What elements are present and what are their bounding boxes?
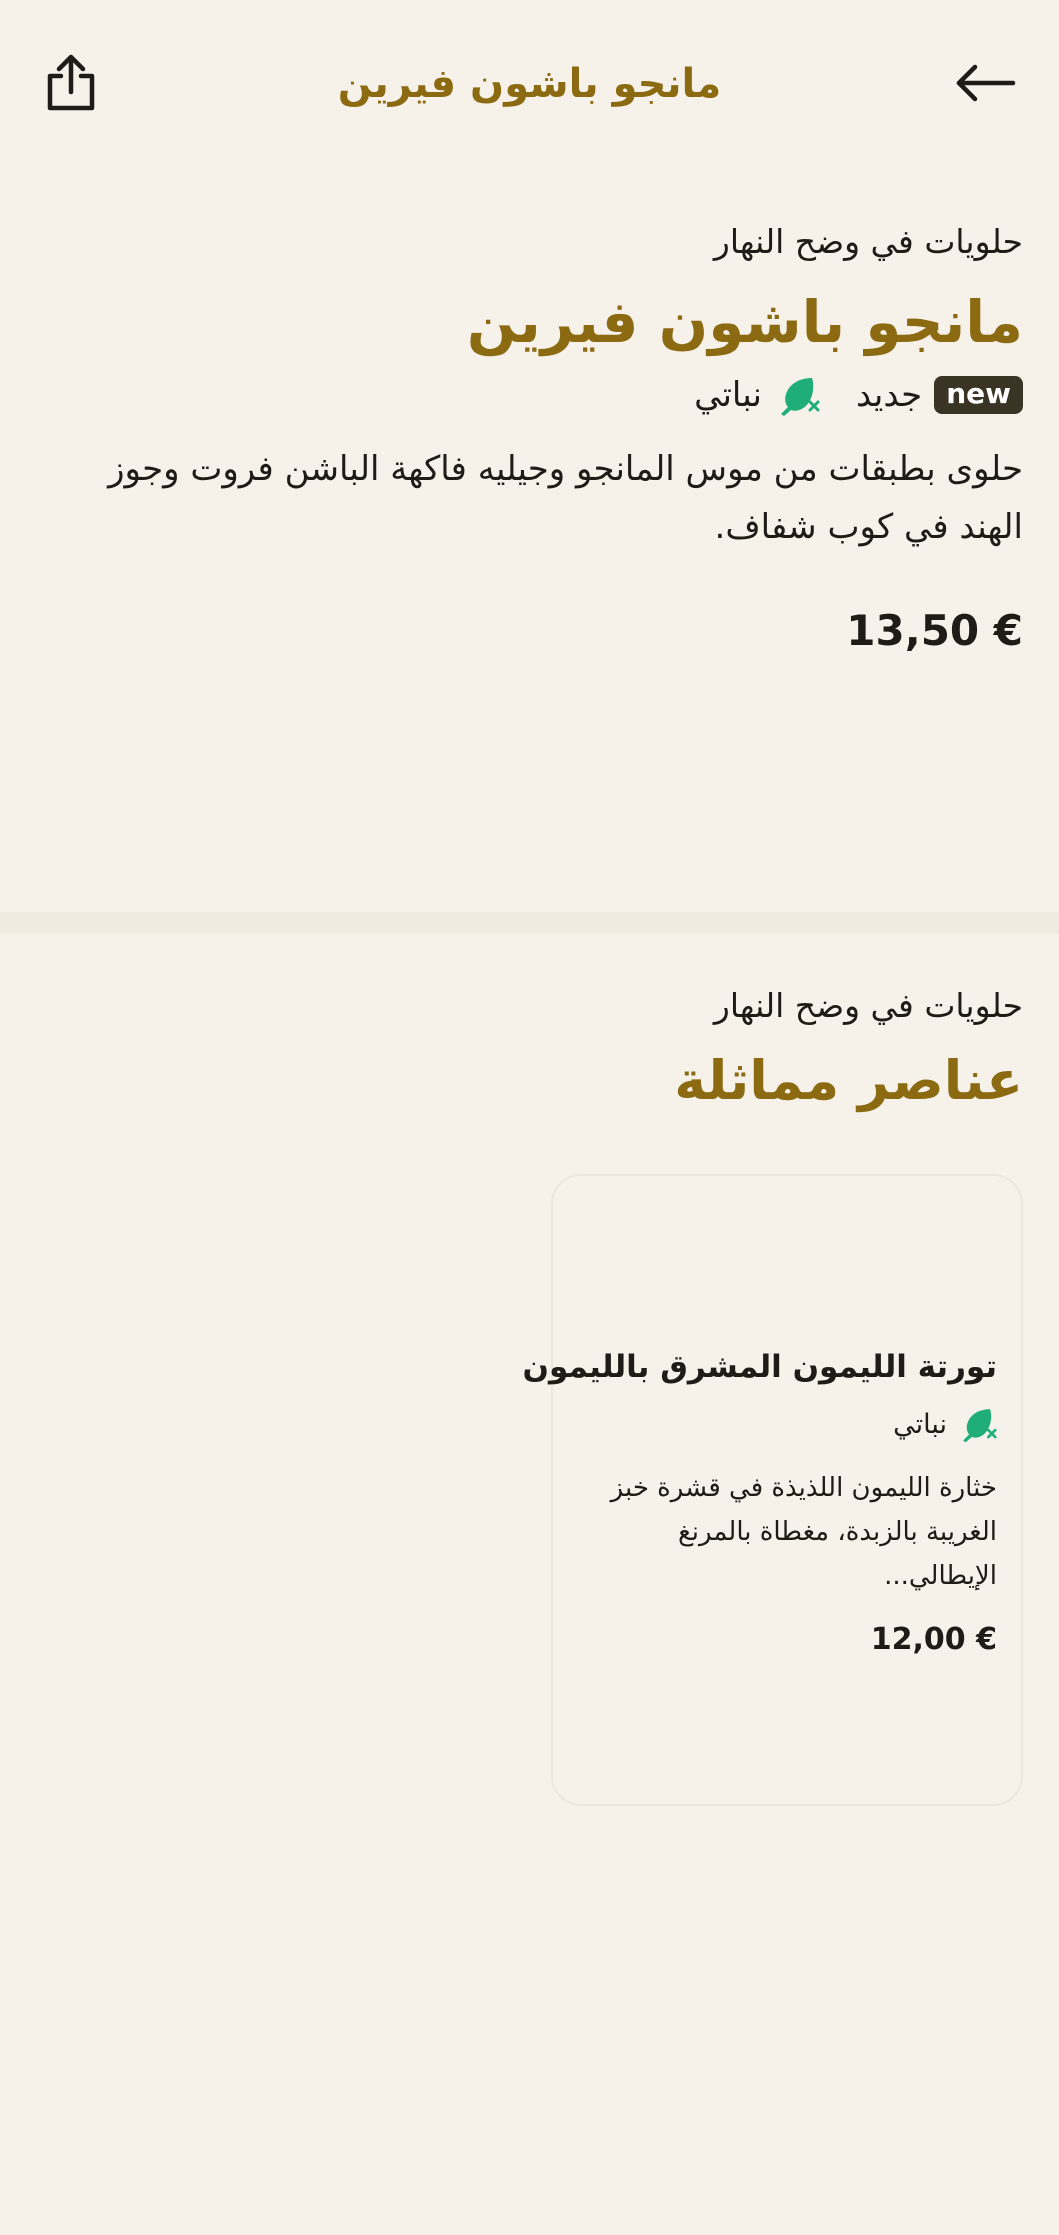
similar-category: حلويات في وضح النهار xyxy=(713,986,1023,1025)
similar-title: عناصر مماثلة xyxy=(674,1049,1023,1112)
new-badge: new xyxy=(934,376,1023,414)
tag-vegetarian-label: نباتي xyxy=(694,375,763,415)
card-price: 12,00 € xyxy=(870,1622,997,1657)
tag-vegetarian: نباتي xyxy=(694,372,820,418)
card-tag-vegetarian: نباتي xyxy=(577,1402,997,1446)
card-tag-vegetarian-label: نباتي xyxy=(893,1408,947,1440)
card-description: خثارة الليمون اللذيذة في قشرة خبز الغريب… xyxy=(610,1473,997,1591)
tag-new: new جديد xyxy=(856,375,1023,415)
item-price: 13,50 € xyxy=(846,606,1023,655)
header-title: مانجو باشون فيرين xyxy=(337,61,722,107)
top-bar: مانجو باشون فيرين xyxy=(0,0,1059,170)
item-description: حلوى بطبقات من موس المانجو وجيليه فاكهة … xyxy=(108,449,1023,547)
item-tags: new جديد نباتي xyxy=(36,368,1023,422)
vegetarian-leaf-icon xyxy=(957,1404,997,1444)
vegetarian-leaf-icon xyxy=(774,372,820,418)
tag-new-label: جديد xyxy=(856,375,923,415)
item-detail: حلويات في وضح النهار مانجو باشون فيرين n… xyxy=(0,170,1059,688)
arrow-left-icon xyxy=(956,64,1016,102)
similar-items-section: حلويات في وضح النهار عناصر مماثلة تورتة … xyxy=(0,934,1059,1806)
card-title: تورتة الليمون المشرق بالليمون xyxy=(522,1349,998,1385)
similar-item-card[interactable]: تورتة الليمون المشرق بالليمون نباتي خثار… xyxy=(522,1174,1023,1806)
item-title: مانجو باشون فيرين xyxy=(466,288,1023,356)
section-divider xyxy=(0,912,1059,934)
back-button[interactable] xyxy=(947,44,1025,122)
item-category: حلويات في وضح النهار xyxy=(713,222,1023,261)
